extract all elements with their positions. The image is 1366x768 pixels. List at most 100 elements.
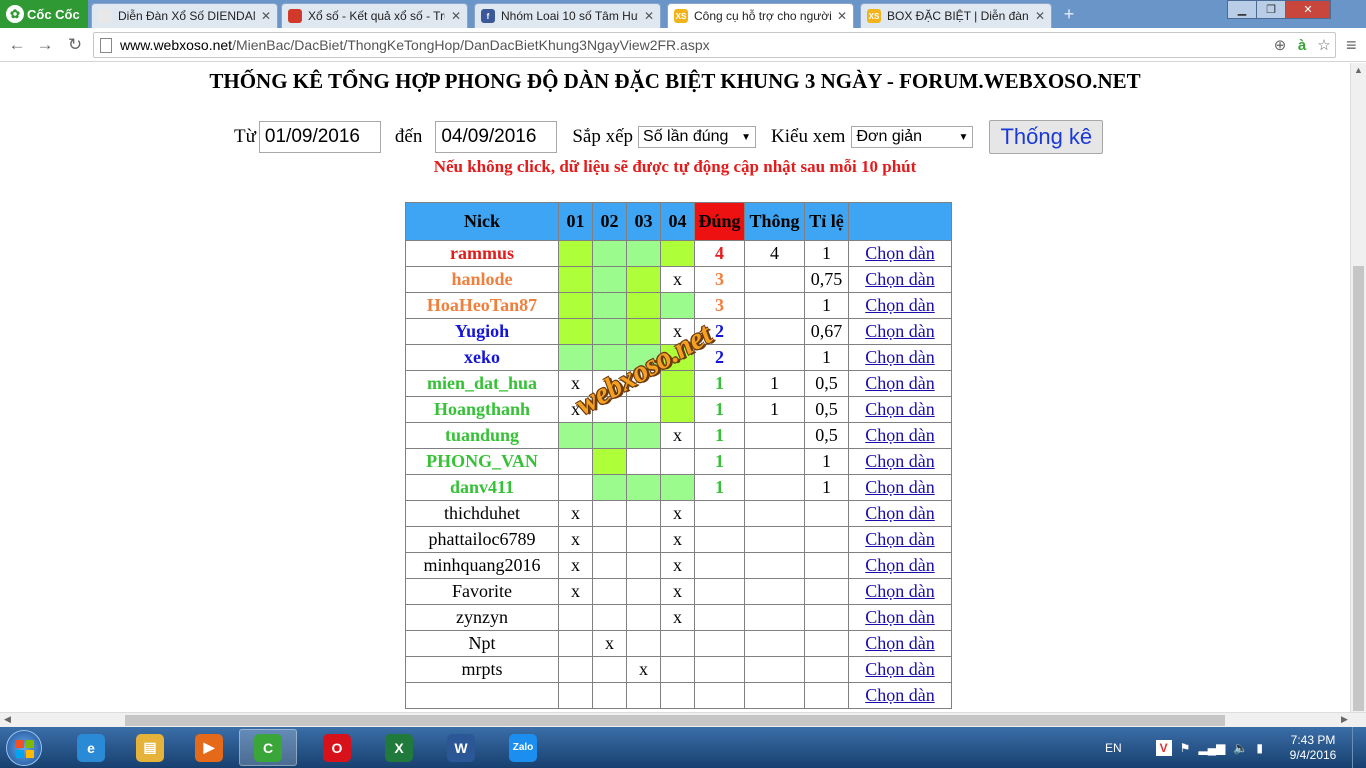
to-date-input[interactable]: 04/09/2016 bbox=[435, 121, 558, 153]
taskbar-app[interactable]: X bbox=[370, 729, 428, 766]
day-cell: x bbox=[558, 552, 593, 579]
close-tab-icon[interactable]: ✕ bbox=[1035, 9, 1045, 23]
vertical-scroll-thumb[interactable] bbox=[1353, 266, 1364, 711]
tab-5[interactable]: XS BOX ĐẶC BIỆT | Diễn đàn xổ số ✕ bbox=[860, 3, 1052, 28]
taskbar-app[interactable]: C bbox=[239, 729, 297, 766]
close-tab-icon[interactable]: ✕ bbox=[837, 9, 847, 23]
table-row: xeko 2 1 Chọn dàn bbox=[405, 344, 952, 371]
day-cell bbox=[592, 682, 627, 709]
choose-set-link[interactable]: Chọn dàn bbox=[865, 269, 935, 289]
taskbar: e ▤ ▶ C O X W Zalo EN V ⚑ ▂▄▆ 🔈 ▮ 7:43 PM 9/4/20… bbox=[0, 727, 1366, 768]
clock[interactable]: 7:43 PM 9/4/2016 bbox=[1288, 733, 1338, 763]
choose-set-link[interactable]: Chọn dàn bbox=[865, 373, 935, 393]
network-icon[interactable]: ▂▄▆ bbox=[1198, 741, 1225, 755]
close-tab-icon[interactable]: ✕ bbox=[451, 9, 461, 23]
link-cell: Chọn dàn bbox=[848, 656, 952, 683]
tab-3[interactable]: f Nhóm Loai 10 số Tâm Huyết ✕ bbox=[474, 3, 661, 28]
tab-4[interactable]: XS Công cụ hỗ trợ cho người chơi ✕ bbox=[667, 3, 854, 28]
language-indicator[interactable]: EN bbox=[1105, 741, 1122, 755]
taskbar-app[interactable]: O bbox=[308, 729, 366, 766]
forward-icon[interactable]: → bbox=[34, 34, 56, 56]
horizontal-scroll-thumb[interactable] bbox=[125, 715, 1225, 726]
choose-set-link[interactable]: Chọn dàn bbox=[865, 685, 935, 705]
correct-count-cell bbox=[694, 526, 745, 553]
nick-cell: minhquang2016 bbox=[405, 552, 559, 579]
choose-set-link[interactable]: Chọn dàn bbox=[865, 425, 935, 445]
new-tab-icon[interactable]: + bbox=[1060, 5, 1078, 23]
day-cell bbox=[660, 448, 695, 475]
choose-set-link[interactable]: Chọn dàn bbox=[865, 399, 935, 419]
taskbar-app[interactable]: e bbox=[62, 729, 120, 766]
scroll-up-icon[interactable]: ▲ bbox=[1354, 65, 1363, 75]
back-icon[interactable]: ← bbox=[6, 34, 28, 56]
ratio-cell bbox=[804, 526, 849, 553]
taskbar-app[interactable]: W bbox=[432, 729, 490, 766]
sort-select[interactable]: Số lần đúng ▼ bbox=[638, 126, 757, 148]
scroll-left-icon[interactable]: ◀ bbox=[4, 714, 11, 725]
show-desktop-button[interactable] bbox=[1352, 727, 1366, 768]
from-date-input[interactable]: 01/09/2016 bbox=[258, 121, 381, 153]
choose-set-link[interactable]: Chọn dàn bbox=[865, 503, 935, 523]
table-header: Nick 01 02 03 04 Đúng Thông Tỉ lệ bbox=[405, 202, 952, 241]
day-cell bbox=[592, 448, 627, 475]
choose-set-link[interactable]: Chọn dàn bbox=[865, 633, 935, 653]
browser-logo-text: Cốc Cốc bbox=[27, 6, 80, 22]
view-select[interactable]: Đơn giản ▼ bbox=[851, 126, 974, 148]
auto-refresh-notice: Nếu không click, dữ liệu sẽ được tự động… bbox=[433, 157, 917, 176]
zoom-icon[interactable]: ⊕ bbox=[1269, 36, 1291, 54]
choose-set-link[interactable]: Chọn dàn bbox=[865, 555, 935, 575]
choose-set-link[interactable]: Chọn dàn bbox=[865, 529, 935, 549]
correct-count-cell: 1 bbox=[694, 396, 745, 423]
correct-count-cell bbox=[694, 656, 745, 683]
day-cell bbox=[660, 396, 695, 423]
taskbar-app[interactable]: ▤ bbox=[121, 729, 179, 766]
taskbar-app[interactable]: ▶ bbox=[180, 729, 238, 766]
nick-cell: HoaHeoTan87 bbox=[405, 292, 559, 319]
close-tab-icon[interactable]: ✕ bbox=[644, 9, 654, 23]
correct-count-cell: 3 bbox=[694, 292, 745, 319]
day-cell: x bbox=[660, 604, 695, 631]
choose-set-link[interactable]: Chọn dàn bbox=[865, 607, 935, 627]
streak-cell bbox=[744, 526, 805, 553]
link-cell: Chọn dàn bbox=[848, 292, 952, 319]
choose-set-link[interactable]: Chọn dàn bbox=[865, 581, 935, 601]
antivirus-icon[interactable]: V bbox=[1155, 739, 1172, 756]
close-tab-icon[interactable]: ✕ bbox=[261, 9, 271, 23]
nick-cell: phattailoc6789 bbox=[405, 526, 559, 553]
scroll-right-icon[interactable]: ▶ bbox=[1341, 714, 1348, 725]
choose-set-link[interactable]: Chọn dàn bbox=[865, 347, 935, 367]
restore-icon[interactable]: ❐ bbox=[1256, 0, 1286, 19]
nick-cell: danv411 bbox=[405, 474, 559, 501]
minimize-icon[interactable]: ▁ bbox=[1227, 0, 1257, 19]
bookmark-star-icon[interactable]: ☆ bbox=[1313, 36, 1335, 54]
ratio-cell bbox=[804, 500, 849, 527]
choose-set-link[interactable]: Chọn dàn bbox=[865, 659, 935, 679]
vertical-scrollbar[interactable]: ▲ bbox=[1350, 63, 1366, 712]
submit-button[interactable]: Thống kê bbox=[989, 120, 1104, 154]
day-cell bbox=[626, 422, 661, 449]
taskbar-app[interactable]: Zalo bbox=[494, 729, 552, 766]
reload-icon[interactable]: ↻ bbox=[64, 34, 86, 56]
volume-icon[interactable]: 🔈 bbox=[1233, 741, 1248, 755]
start-button[interactable] bbox=[6, 730, 42, 766]
coccoc-translate-icon[interactable]: à bbox=[1291, 37, 1313, 54]
url-text[interactable]: www.webxoso.net/MienBac/DacBiet/ThongKeT… bbox=[120, 37, 1269, 53]
choose-set-link[interactable]: Chọn dàn bbox=[865, 451, 935, 471]
address-bar[interactable]: www.webxoso.net/MienBac/DacBiet/ThongKeT… bbox=[93, 32, 1336, 58]
horizontal-scrollbar[interactable]: ◀ ▶ bbox=[0, 712, 1366, 727]
choose-set-link[interactable]: Chọn dàn bbox=[865, 477, 935, 497]
battery-icon[interactable]: ▮ bbox=[1256, 741, 1263, 755]
day-cell bbox=[592, 318, 627, 345]
close-window-icon[interactable]: ✕ bbox=[1285, 0, 1331, 19]
menu-icon[interactable]: ≡ bbox=[1346, 36, 1357, 54]
choose-set-link[interactable]: Chọn dàn bbox=[865, 321, 935, 341]
choose-set-link[interactable]: Chọn dàn bbox=[865, 243, 935, 263]
day-cell: x bbox=[558, 526, 593, 553]
tab-2[interactable]: Xổ số - Kết quả xổ số - Trực tiếp ✕ bbox=[281, 3, 468, 28]
choose-set-link[interactable]: Chọn dàn bbox=[865, 295, 935, 315]
table-row: HoaHeoTan87 3 1 Chọn dàn bbox=[405, 292, 952, 319]
flag-icon[interactable]: ⚑ bbox=[1180, 741, 1191, 755]
browser-logo[interactable]: ✿ Cốc Cốc bbox=[0, 0, 88, 28]
nick-cell: PHONG_VAN bbox=[405, 448, 559, 475]
tab-1[interactable]: Diễn Đàn Xổ Số DIENDANXOSO.COM ✕ bbox=[91, 3, 278, 28]
